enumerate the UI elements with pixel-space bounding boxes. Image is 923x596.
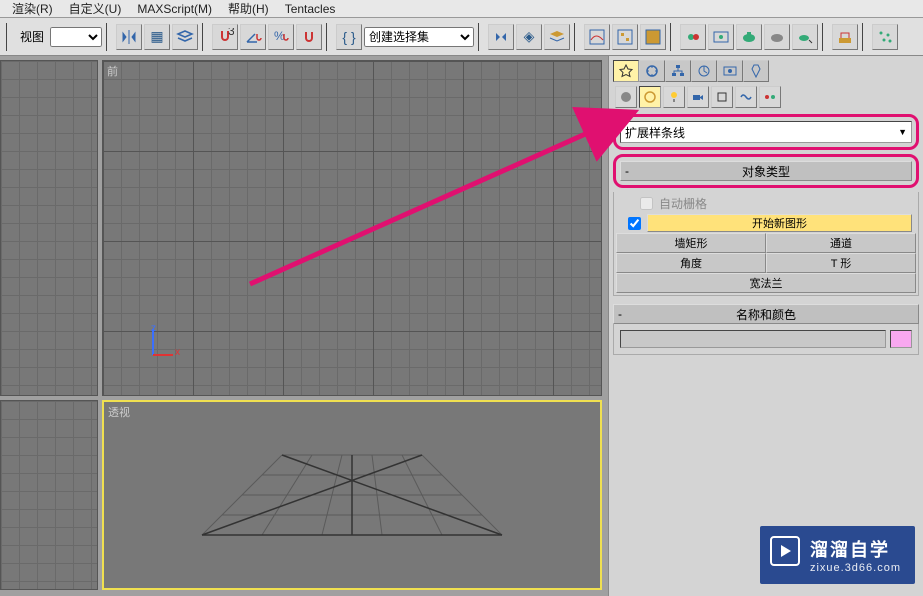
viewports-container: 前 z x 透视: [0, 56, 608, 596]
viewport-label-perspective: 透视: [108, 404, 130, 420]
name-color-body: [613, 324, 919, 355]
color-swatch[interactable]: [890, 330, 912, 348]
menu-tentacles[interactable]: Tentacles: [277, 2, 344, 16]
particle-icon[interactable]: [872, 24, 898, 50]
start-new-shape-button[interactable]: 开始新图形: [647, 214, 912, 232]
layer-icon[interactable]: [172, 24, 198, 50]
menu-bar: 渲染(R) 自定义(U) MAXScript(M) 帮助(H) Tentacle…: [0, 0, 923, 18]
cat-helpers-icon[interactable]: [711, 86, 733, 108]
viewport-bottom-left[interactable]: [0, 400, 98, 590]
view-label: 视图: [16, 28, 48, 45]
schematic-view-icon[interactable]: [612, 24, 638, 50]
annotation-highlight-objtype: -对象类型: [613, 154, 919, 188]
view-select[interactable]: [50, 27, 102, 47]
cat-systems-icon[interactable]: [759, 86, 781, 108]
object-type-body: 自动栅格 开始新图形 墙矩形 通道 角度 T 形 宽法兰: [613, 192, 919, 296]
object-buttons: 墙矩形 通道 角度 T 形 宽法兰: [616, 233, 916, 293]
selection-set-dropdown[interactable]: 创建选择集: [364, 27, 474, 47]
watermark-title: 溜溜自学: [810, 536, 901, 562]
perspective-grid: [172, 435, 532, 555]
tab-modify[interactable]: [639, 60, 665, 82]
reactor-icon[interactable]: [832, 24, 858, 50]
render-last-icon[interactable]: [764, 24, 790, 50]
angle-snap-icon[interactable]: [240, 24, 266, 50]
command-panel: 扩展样条线▼ -对象类型 自动栅格 开始新图形 墙矩形 通道 角度 T 形 宽法: [608, 56, 923, 596]
cat-lights-icon[interactable]: [663, 86, 685, 108]
curve-editor-icon[interactable]: [584, 24, 610, 50]
cat-spacewarps-icon[interactable]: [735, 86, 757, 108]
btn-angle[interactable]: 角度: [616, 253, 766, 273]
layers-icon[interactable]: [544, 24, 570, 50]
svg-text:3: 3: [228, 28, 234, 38]
subcategory-dropdown[interactable]: 扩展样条线▼: [620, 121, 912, 143]
menu-help[interactable]: 帮助(H): [220, 0, 277, 17]
align-tool-icon[interactable]: ◈: [516, 24, 542, 50]
tab-utilities[interactable]: [743, 60, 769, 82]
tab-display[interactable]: [717, 60, 743, 82]
object-name-input[interactable]: [620, 330, 886, 348]
annotation-highlight-dropdown: 扩展样条线▼: [613, 114, 919, 150]
autogrid-label: 自动栅格: [659, 195, 707, 212]
axis-gizmo: z x: [133, 325, 173, 365]
quick-render-icon[interactable]: [736, 24, 762, 50]
autogrid-checkbox[interactable]: [640, 197, 653, 210]
tab-motion[interactable]: [691, 60, 717, 82]
material-editor-icon[interactable]: [640, 24, 666, 50]
percent-snap-icon[interactable]: %: [268, 24, 294, 50]
main-area: 前 z x 透视: [0, 56, 923, 596]
cat-geometry-icon[interactable]: [615, 86, 637, 108]
render-frame-icon[interactable]: [708, 24, 734, 50]
command-panel-tabs: [613, 60, 919, 82]
render-setup-icon[interactable]: [680, 24, 706, 50]
viewport-perspective[interactable]: 透视: [102, 400, 602, 590]
viewport-top-left[interactable]: [0, 60, 98, 396]
main-toolbar: 视图 ▦ 3 % { } 创建选择集 ◈: [0, 18, 923, 56]
rollout-object-type[interactable]: -对象类型: [620, 161, 912, 181]
watermark-url: zixue.3d66.com: [810, 562, 901, 574]
btn-wide-flange[interactable]: 宽法兰: [616, 273, 916, 293]
snap-toggle-icon[interactable]: 3: [212, 24, 238, 50]
tab-hierarchy[interactable]: [665, 60, 691, 82]
named-selset-edit-icon[interactable]: { }: [336, 24, 362, 50]
create-category-row: [615, 86, 919, 108]
watermark-logo-icon: [770, 536, 800, 566]
align-icon[interactable]: ▦: [144, 24, 170, 50]
start-new-shape-checkbox[interactable]: [628, 217, 641, 230]
mirror-icon[interactable]: [116, 24, 142, 50]
menu-render[interactable]: 渲染(R): [4, 0, 61, 17]
cat-cameras-icon[interactable]: [687, 86, 709, 108]
mirror-tool-icon[interactable]: [488, 24, 514, 50]
btn-tee[interactable]: T 形: [766, 253, 916, 273]
render-dropdown-icon[interactable]: [792, 24, 818, 50]
rollout-name-color[interactable]: -名称和颜色: [613, 304, 919, 324]
menu-custom[interactable]: 自定义(U): [61, 0, 130, 17]
menu-maxscript[interactable]: MAXScript(M): [129, 2, 220, 16]
btn-channel[interactable]: 通道: [766, 233, 916, 253]
cat-shapes-icon[interactable]: [639, 86, 661, 108]
btn-wall-rectangle[interactable]: 墙矩形: [616, 233, 766, 253]
tab-create[interactable]: [613, 60, 639, 82]
watermark: 溜溜自学 zixue.3d66.com: [760, 526, 915, 584]
viewport-label-front: 前: [107, 63, 118, 79]
viewport-front[interactable]: 前 z x: [102, 60, 602, 396]
spinner-snap-icon[interactable]: [296, 24, 322, 50]
